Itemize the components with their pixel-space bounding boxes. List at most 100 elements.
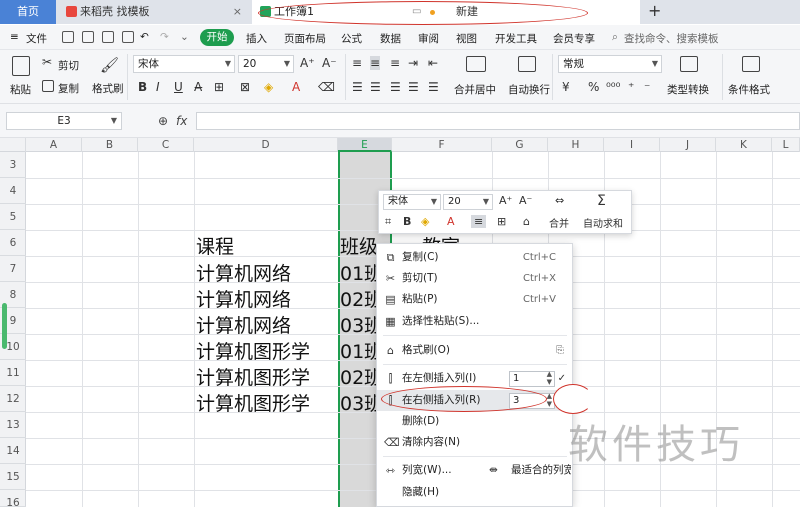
copy-button[interactable]: 复制 — [58, 81, 79, 96]
mini-size-select[interactable]: 20 ▼ — [443, 194, 493, 210]
tab-page-layout[interactable]: 页面布局 — [284, 31, 326, 46]
chevron-down-icon[interactable]: ⌄ — [180, 31, 189, 43]
font-grow-icon[interactable]: A⁺ — [499, 194, 512, 207]
row-header[interactable]: 14 — [0, 438, 26, 464]
tab-developer[interactable]: 开发工具 — [495, 31, 537, 46]
menu-cut[interactable]: ✂ 剪切(T) Ctrl+X — [377, 268, 572, 289]
border-icon[interactable]: ⊞ — [214, 80, 224, 94]
eraser-icon[interactable]: ⌫ — [318, 80, 335, 94]
tab-formula[interactable]: 公式 — [341, 31, 362, 46]
font-name-select[interactable]: 宋体 ▼ — [133, 55, 235, 73]
mini-font-select[interactable]: 宋体 ▼ — [383, 194, 441, 210]
formula-input[interactable] — [196, 112, 800, 130]
col-header-b[interactable]: B — [82, 138, 138, 152]
border-icon[interactable]: ⊞ — [497, 215, 506, 228]
justify-icon[interactable]: ☰ — [408, 80, 419, 94]
menu-col-width[interactable]: ⇿ 列宽(W)... ⇼ 最适合的列宽 — [377, 460, 572, 481]
align-left-icon[interactable]: ☰ — [352, 80, 363, 94]
col-header-c[interactable]: C — [138, 138, 194, 152]
fx-icon[interactable]: fx — [176, 114, 187, 128]
mini-autosum-button[interactable]: 自动求和 — [583, 215, 623, 230]
font-grow-icon[interactable]: A⁺ — [300, 56, 315, 70]
row-header[interactable]: 7 — [0, 256, 26, 282]
row-header[interactable]: 12 — [0, 386, 26, 412]
paste-icon[interactable] — [12, 56, 30, 76]
menu-clear[interactable]: ⌫ 清除内容(N) — [377, 432, 572, 453]
fill-color-icon[interactable]: ◈ — [421, 215, 429, 228]
menu-paste[interactable]: ▤ 粘贴(P) Ctrl+V — [377, 289, 572, 310]
export-icon[interactable] — [82, 31, 94, 43]
bold-icon[interactable]: B — [403, 215, 411, 228]
tab-home[interactable]: 首页 — [0, 0, 56, 24]
merge-icon[interactable]: ⇔ — [555, 194, 564, 207]
thousands-icon[interactable]: ⁰⁰⁰ — [606, 80, 620, 94]
row-header[interactable]: 15 — [0, 464, 26, 490]
align-center-icon[interactable]: ☰ — [370, 80, 381, 94]
cell-d10[interactable]: 计算机图形学 — [196, 337, 310, 364]
outdent-icon[interactable]: ⇤ — [428, 56, 438, 70]
menu-best-fit[interactable]: 最适合的列宽 — [511, 460, 571, 481]
align-top-icon[interactable]: ≡ — [352, 56, 362, 70]
number-format-select[interactable]: 常规 ▼ — [558, 55, 662, 73]
cell-e12[interactable]: 03班 — [340, 389, 378, 416]
tab-data[interactable]: 数据 — [380, 31, 401, 46]
add-tab-button[interactable]: + — [648, 0, 661, 22]
search-command[interactable]: 查找命令、搜索模板 — [624, 31, 719, 46]
row-header[interactable]: 11 — [0, 360, 26, 386]
col-header-k[interactable]: K — [716, 138, 772, 152]
align-icon[interactable]: ≡ — [471, 215, 487, 228]
col-header-e[interactable]: E — [338, 138, 392, 152]
row-header[interactable]: 6 — [0, 230, 26, 256]
cell-d11[interactable]: 计算机图形学 — [196, 363, 310, 390]
merge-center-button[interactable]: 合并居中 — [454, 82, 496, 97]
conditional-format-icon[interactable] — [742, 56, 760, 72]
font-color-icon[interactable]: A — [447, 215, 455, 228]
font-shrink-icon[interactable]: A⁻ — [519, 194, 532, 207]
cell-d8[interactable]: 计算机网络 — [196, 285, 291, 312]
align-right-icon[interactable]: ☰ — [390, 80, 401, 94]
print-icon[interactable] — [102, 31, 114, 43]
cell-d7[interactable]: 计算机网络 — [196, 259, 291, 286]
name-box[interactable]: E3 ▼ — [6, 112, 122, 130]
indent-icon[interactable]: ⇥ — [408, 56, 418, 70]
menu-format-painter[interactable]: ⌂ 格式刷(O) ⎘ — [377, 340, 572, 361]
type-convert-icon[interactable] — [680, 56, 698, 72]
row-header[interactable]: 16 — [0, 490, 26, 507]
merge-icon[interactable] — [466, 56, 486, 72]
type-convert-button[interactable]: 类型转换 — [667, 82, 709, 97]
align-bottom-icon[interactable]: ≡ — [390, 56, 400, 70]
scissors-icon[interactable]: ✂ — [42, 55, 52, 69]
col-header-l[interactable]: L — [772, 138, 800, 152]
italic-icon[interactable]: I — [156, 80, 160, 94]
brush-icon[interactable]: 🖌 — [100, 56, 119, 74]
undo-icon[interactable]: ↶ — [140, 31, 149, 43]
col-header-f[interactable]: F — [392, 138, 492, 152]
copy-icon[interactable] — [42, 80, 54, 92]
font-color-icon[interactable]: A — [292, 80, 300, 94]
cell-e7[interactable]: 01班 — [340, 259, 378, 286]
row-header[interactable]: 5 — [0, 204, 26, 230]
decimal-inc-icon[interactable]: ⁺ — [628, 80, 634, 94]
currency-icon[interactable]: ¥ — [562, 80, 570, 94]
cell-e8[interactable]: 02班 — [340, 285, 378, 312]
scroll-indicator[interactable] — [2, 303, 7, 349]
brush-icon[interactable]: ⎘ — [556, 340, 564, 361]
cell-e6[interactable]: 班级 — [340, 232, 378, 259]
col-header-g[interactable]: G — [492, 138, 548, 152]
tab-insert[interactable]: 插入 — [246, 31, 267, 46]
format-painter-icon[interactable]: ⌂ — [523, 215, 530, 228]
stepper-icon[interactable]: ▲ ▼ — [547, 392, 552, 408]
cut-button[interactable]: 剪切 — [58, 58, 79, 73]
conditional-format-button[interactable]: 条件格式 — [728, 82, 770, 97]
redo-icon[interactable]: ↷ — [160, 31, 169, 43]
paste-button[interactable]: 粘贴 — [10, 82, 31, 97]
hamburger-icon[interactable]: ≡ — [10, 31, 19, 43]
close-icon[interactable]: × — [233, 0, 242, 24]
menu-hide[interactable]: 隐藏(H) — [377, 482, 572, 503]
tab-review[interactable]: 审阅 — [418, 31, 439, 46]
col-header-h[interactable]: H — [548, 138, 604, 152]
tab-start[interactable]: 开始 — [200, 29, 234, 46]
align-middle-icon[interactable]: ≡ — [370, 56, 381, 70]
cell-d12[interactable]: 计算机图形学 — [196, 389, 310, 416]
format-icon[interactable]: ⌗ — [385, 215, 391, 229]
